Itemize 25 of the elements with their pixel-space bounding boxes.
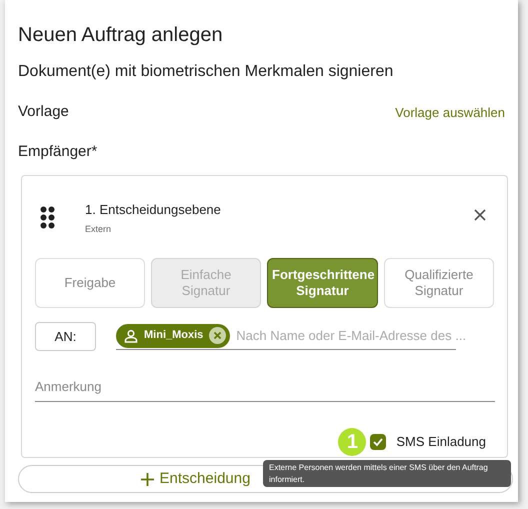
level-title: 1. Entscheidungsebene: [85, 201, 221, 219]
note-field[interactable]: Anmerkung: [35, 377, 495, 402]
remove-icon[interactable]: [209, 327, 226, 344]
plus-icon: [140, 472, 154, 486]
dialog-subtitle: Dokument(e) mit biometrischen Merkmalen signieren: [18, 62, 394, 82]
level-subtitle: Extern: [85, 222, 112, 236]
person-icon: [124, 328, 138, 342]
to-label: AN:: [35, 322, 96, 351]
dialog-title: Neuen Auftrag anlegen: [18, 23, 224, 48]
tooltip: Externe Personen werden mittels einer SMS über den Auftrag informiert.: [263, 460, 511, 487]
step-badge: 1: [338, 428, 366, 456]
chip-label: Mini_Moxis: [144, 328, 204, 344]
sms-checkbox[interactable]: [370, 434, 386, 450]
close-icon[interactable]: [474, 209, 486, 221]
template-label: Vorlage: [18, 102, 69, 122]
signature-type-button[interactable]: Fortgeschrittene Signatur: [267, 258, 378, 308]
recipient-placeholder: Nach Name oder E-Mail-Adresse des ...: [236, 326, 466, 345]
recipient-chip[interactable]: Mini_Moxis: [116, 324, 230, 348]
check-icon: [372, 436, 384, 448]
select-template-link[interactable]: Vorlage auswählen: [395, 102, 505, 122]
recipients-label: Empfänger*: [18, 142, 98, 162]
drag-handle-icon[interactable]: [40, 206, 55, 229]
sms-label: SMS Einladung: [396, 432, 486, 451]
signature-type-button[interactable]: Freigabe: [35, 258, 145, 308]
signature-type-button[interactable]: Qualifizierte Signatur: [384, 258, 494, 308]
